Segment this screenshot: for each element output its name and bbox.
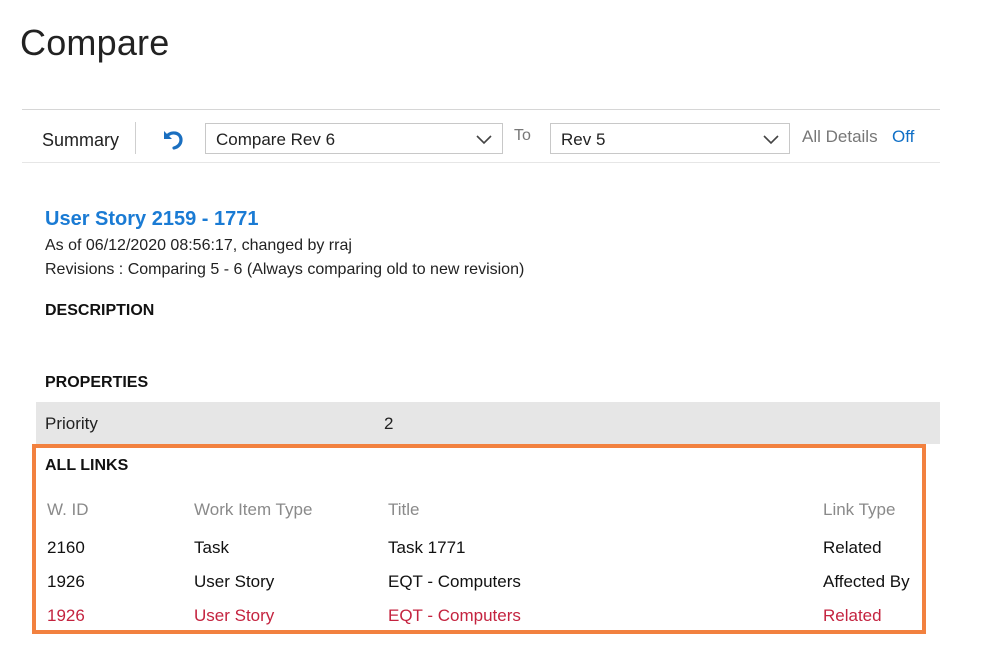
properties-heading: PROPERTIES (45, 374, 149, 391)
revisions-text: Revisions : Comparing 5 - 6 (Always comp… (45, 261, 525, 278)
property-value: 2 (384, 414, 394, 433)
link-work-item-type: User Story (194, 572, 275, 591)
work-item-title[interactable]: User Story 2159 - 1771 (45, 208, 258, 231)
column-header-link-type: Link Type (823, 500, 896, 519)
toolbar-bottom-divider (22, 162, 940, 163)
column-header-title: Title (388, 500, 420, 519)
link-title: Task 1771 (388, 538, 466, 557)
property-row-priority: Priority 2 (36, 402, 940, 444)
all-links-heading: ALL LINKS (45, 457, 129, 474)
link-work-item-type: Task (194, 538, 229, 557)
property-name: Priority (45, 414, 98, 433)
compare-to-value: Rev 5 (561, 130, 606, 149)
link-type: Related (823, 538, 882, 557)
all-details-label: All Details (802, 127, 878, 146)
link-title: EQT - Computers (388, 606, 521, 625)
link-title: EQT - Computers (388, 572, 521, 591)
toolbar-top-divider (22, 109, 940, 110)
column-header-id: W. ID (47, 500, 89, 519)
link-id: 1926 (47, 572, 85, 591)
toolbar-separator (135, 122, 136, 154)
link-work-item-type: User Story (194, 606, 275, 625)
undo-icon[interactable] (159, 127, 185, 151)
compare-from-value: Compare Rev 6 (216, 130, 336, 149)
chevron-down-icon (476, 133, 492, 145)
to-label: To (514, 127, 531, 144)
link-type: Affected By (823, 572, 910, 591)
link-id: 1926 (47, 606, 85, 625)
all-details-toggle[interactable]: Off (892, 127, 914, 147)
page-title: Compare (20, 22, 170, 63)
chevron-down-icon (763, 133, 779, 145)
summary-tab[interactable]: Summary (42, 130, 119, 151)
as-of-text: As of 06/12/2020 08:56:17, changed by rr… (45, 237, 352, 254)
link-id: 2160 (47, 538, 85, 557)
link-type: Related (823, 606, 882, 625)
column-header-type: Work Item Type (194, 500, 313, 519)
compare-to-select[interactable]: Rev 5 (550, 123, 790, 154)
compare-from-select[interactable]: Compare Rev 6 (205, 123, 503, 154)
description-heading: DESCRIPTION (45, 302, 155, 319)
